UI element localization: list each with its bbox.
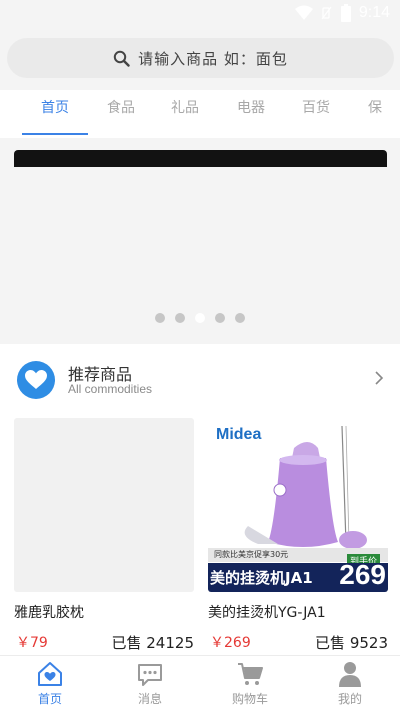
section-subtitle: All commodities	[68, 382, 153, 396]
status-icons: 9:14	[294, 4, 390, 22]
chat-bubble-icon	[138, 664, 162, 686]
steamer-illustration	[244, 425, 367, 549]
tab-general-goods[interactable]: 百货	[293, 90, 339, 136]
carousel-dot[interactable]	[155, 313, 165, 323]
status-bar: 9:14	[0, 0, 400, 32]
tab-home[interactable]: 首页	[22, 90, 88, 136]
product-sold-count: 已售 9523	[315, 634, 388, 652]
nav-label: 我的	[337, 692, 362, 706]
cart-icon	[238, 663, 263, 685]
home-heart-icon	[38, 662, 62, 686]
product-image[interactable]	[14, 418, 194, 592]
category-tabs: 首页 食品 礼品 电器 百货 保	[0, 90, 400, 138]
product-price: ￥269	[210, 635, 251, 651]
wifi-icon	[294, 5, 313, 20]
user-icon	[339, 662, 361, 687]
carousel-dots	[0, 313, 400, 323]
status-time: 9:14	[358, 4, 390, 21]
battery-icon	[340, 4, 351, 22]
banner-image[interactable]	[14, 150, 387, 167]
nav-label: 消息	[137, 692, 162, 706]
nav-cart[interactable]: 购物车	[200, 656, 300, 711]
product-image[interactable]: Midea 同款比美京促享30元 到手价 美的挂烫机JA1 269	[208, 418, 388, 592]
tab-active-indicator	[22, 133, 88, 135]
app-screen: 9:14 请输入商品 如：面包 首页 食品 礼品 电器 百货 保 推荐商品 Al…	[0, 0, 400, 711]
tab-food[interactable]: 食品	[98, 90, 144, 136]
carousel-dot[interactable]	[235, 313, 245, 323]
banner-carousel[interactable]	[0, 138, 400, 344]
tab-gifts[interactable]: 礼品	[162, 90, 208, 136]
carousel-dot[interactable]	[175, 313, 185, 323]
search-bar-area: 请输入商品 如：面包	[0, 32, 400, 90]
section-header[interactable]: 推荐商品 All commodities	[0, 344, 400, 414]
chevron-right-icon[interactable]	[374, 370, 384, 386]
product-name: 雅鹿乳胶枕	[14, 605, 84, 621]
product-card[interactable]: Midea 同款比美京促享30元 到手价 美的挂烫机JA1 269 美的挂烫机Y…	[208, 418, 388, 654]
carousel-dot[interactable]	[215, 313, 225, 323]
nav-profile[interactable]: 我的	[300, 656, 400, 711]
nav-label: 首页	[37, 692, 62, 706]
tab-appliances[interactable]: 电器	[228, 90, 274, 136]
signal-off-icon	[321, 6, 332, 20]
promo-price: 269	[339, 559, 386, 590]
tab-more[interactable]: 保	[360, 90, 390, 136]
promo-headline: 美的挂烫机JA1	[210, 569, 313, 587]
bottom-navigation: 首页 消息 购物车 我的	[0, 655, 400, 711]
product-meta: ￥79 已售 24125	[14, 632, 194, 654]
recommend-section: 推荐商品 All commodities 雅鹿乳胶枕 ￥79 已售 24125 …	[0, 344, 400, 655]
product-price: ￥79	[16, 635, 48, 651]
product-sold-count: 已售 24125	[111, 634, 195, 652]
search-input[interactable]: 请输入商品 如：面包	[7, 38, 394, 78]
heart-icon	[17, 361, 55, 399]
carousel-dot-active[interactable]	[195, 313, 205, 323]
nav-home[interactable]: 首页	[0, 656, 100, 711]
search-icon	[113, 50, 130, 67]
search-placeholder: 请输入商品 如：面包	[138, 49, 288, 68]
product-name: 美的挂烫机YG-JA1	[208, 605, 326, 621]
promo-banner: 美的挂烫机JA1 269	[208, 559, 388, 592]
product-card[interactable]: 雅鹿乳胶枕 ￥79 已售 24125	[14, 418, 194, 654]
nav-messages[interactable]: 消息	[100, 656, 200, 711]
nav-label: 购物车	[231, 692, 268, 706]
product-meta: ￥269 已售 9523	[208, 632, 388, 654]
